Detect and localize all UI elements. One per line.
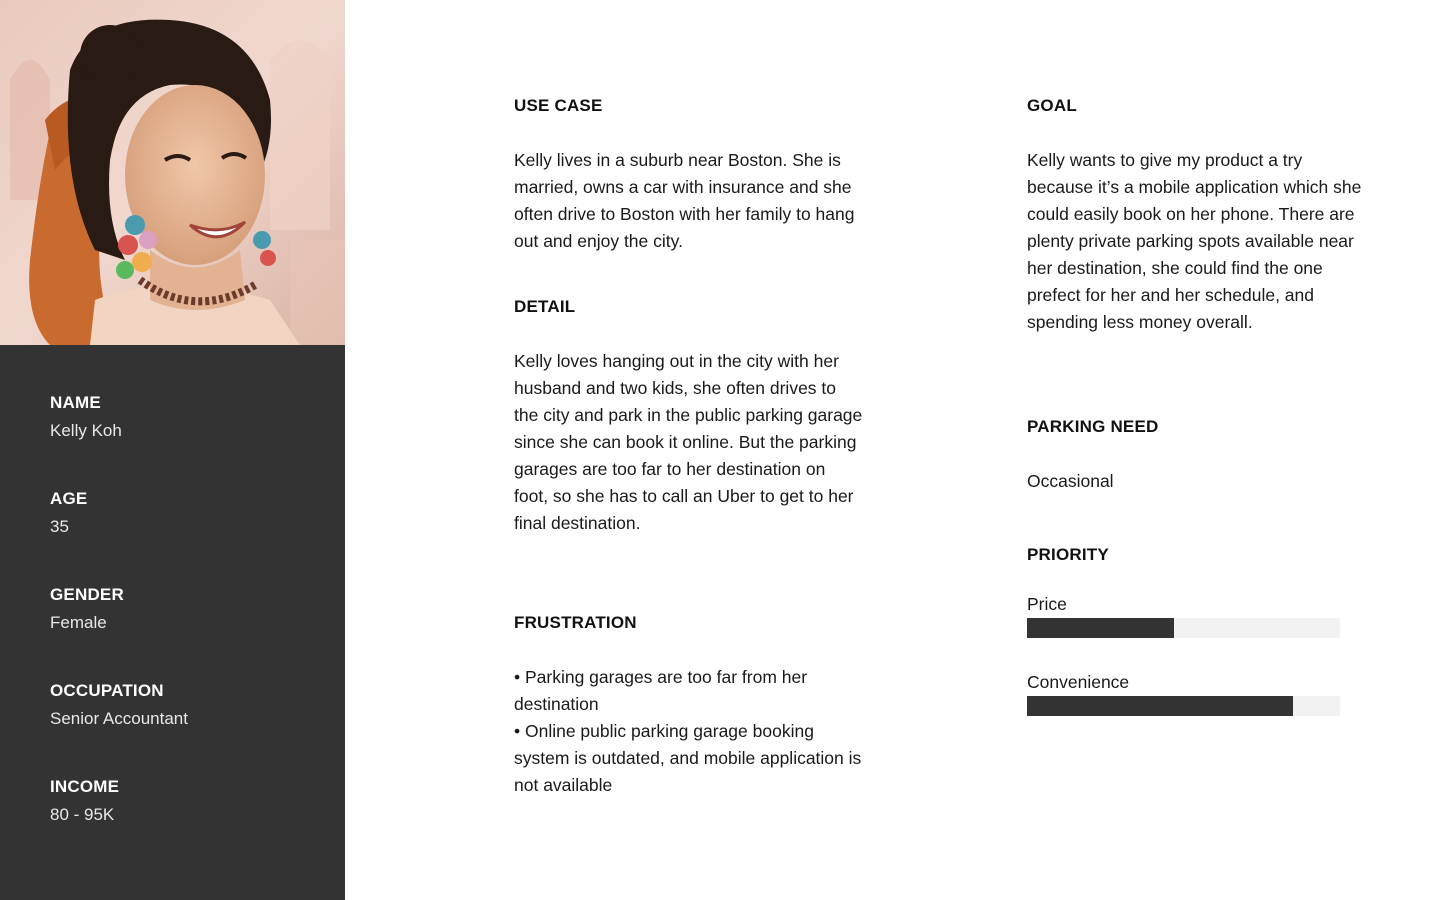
parking-need-section: PARKING NEED Occasional <box>1027 416 1377 495</box>
frustration-heading: FRUSTRATION <box>514 613 637 632</box>
detail-text: Kelly loves hanging out in the city with… <box>514 351 863 533</box>
gender-value: Female <box>50 613 107 632</box>
priority-price-fill <box>1027 618 1175 638</box>
age-value: 35 <box>50 517 69 536</box>
income-label: INCOME <box>50 777 120 796</box>
frustration-item: • Online public parking garage booking s… <box>514 721 862 795</box>
priority-price: Price <box>1027 593 1377 638</box>
priority-heading: PRIORITY <box>1027 545 1109 564</box>
frustration-item: • Parking garages are too far from her d… <box>514 667 808 714</box>
income-value: 80 - 95K <box>50 805 115 824</box>
parking-need-value: Occasional <box>1027 471 1114 491</box>
priority-section: PRIORITY Price Convenience <box>1027 544 1377 716</box>
use-case-section: USE CASE Kelly lives in a suburb near Bo… <box>514 95 864 255</box>
name-label: NAME <box>50 393 101 412</box>
age-label: AGE <box>50 489 88 508</box>
name-field: NAME Kelly Koh <box>50 392 330 443</box>
profile-photo <box>0 0 345 345</box>
priority-convenience-fill <box>1027 696 1294 716</box>
frustration-list: • Parking garages are too far from her d… <box>514 664 864 799</box>
priority-convenience: Convenience <box>1027 671 1377 716</box>
occupation-field: OCCUPATION Senior Accountant <box>50 680 330 731</box>
use-case-heading: USE CASE <box>514 96 603 115</box>
priority-price-track <box>1027 618 1340 638</box>
priority-price-label: Price <box>1027 594 1067 614</box>
profile-sidebar: NAME Kelly Koh AGE 35 GENDER Female OCCU… <box>0 0 345 900</box>
age-field: AGE 35 <box>50 488 330 539</box>
priority-convenience-label: Convenience <box>1027 672 1130 692</box>
persona-page: NAME Kelly Koh AGE 35 GENDER Female OCCU… <box>0 0 1440 900</box>
gender-field: GENDER Female <box>50 584 330 635</box>
detail-section: DETAIL Kelly loves hanging out in the ci… <box>514 296 864 537</box>
occupation-label: OCCUPATION <box>50 681 164 700</box>
occupation-value: Senior Accountant <box>50 709 188 728</box>
goal-heading: GOAL <box>1027 96 1077 115</box>
priority-convenience-track <box>1027 696 1340 716</box>
detail-heading: DETAIL <box>514 297 576 316</box>
gender-label: GENDER <box>50 585 124 604</box>
frustration-section: FRUSTRATION • Parking garages are too fa… <box>514 612 864 799</box>
income-field: INCOME 80 - 95K <box>50 776 330 827</box>
parking-need-heading: PARKING NEED <box>1027 417 1159 436</box>
goal-section: GOAL Kelly wants to give my product a tr… <box>1027 95 1372 336</box>
name-value: Kelly Koh <box>50 421 122 440</box>
goal-text: Kelly wants to give my product a try bec… <box>1027 150 1362 332</box>
use-case-text: Kelly lives in a suburb near Boston. She… <box>514 150 855 251</box>
